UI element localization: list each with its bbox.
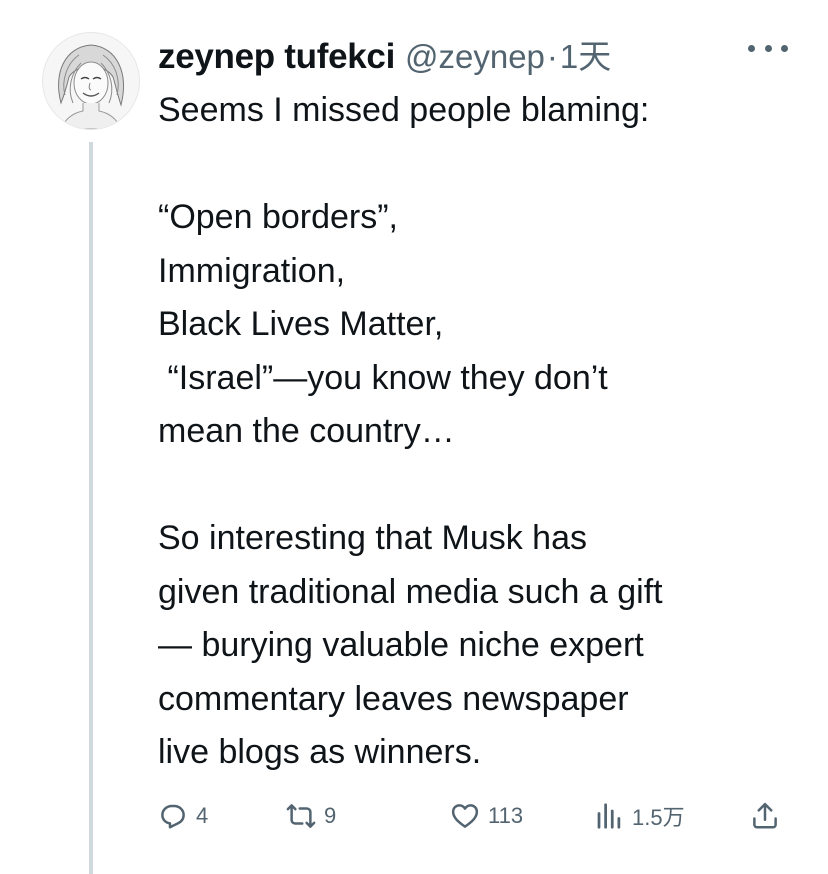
avatar[interactable] bbox=[42, 32, 140, 130]
tweet-text: Seems I missed people blaming: “Open bor… bbox=[158, 84, 808, 780]
tweet-time[interactable]: 1天 bbox=[560, 30, 611, 78]
reply-count: 4 bbox=[196, 803, 209, 828]
like-button[interactable]: 113 bbox=[450, 792, 523, 840]
views-count: 1.5万 bbox=[632, 805, 685, 830]
tweet-line: “Israel”—you know they don’t bbox=[158, 358, 608, 397]
share-upload-icon bbox=[753, 802, 777, 829]
reply-bubble-icon bbox=[161, 804, 185, 829]
analytics-bars-icon bbox=[597, 803, 621, 829]
tweet: zeynep tufekci @zeynep · 1天 Seems I miss… bbox=[0, 0, 828, 874]
views-button[interactable]: 1.5万 bbox=[594, 792, 685, 840]
share-button[interactable] bbox=[750, 792, 780, 840]
tweet-line: Black Lives Matter, bbox=[158, 305, 444, 343]
more-horizontal-icon[interactable] bbox=[748, 34, 788, 62]
tweet-line: Immigration, bbox=[158, 251, 346, 290]
tweet-line: given traditional media such a gift bbox=[158, 572, 663, 611]
action-bar: 4 9 113 1.5万 bbox=[158, 792, 798, 840]
tweet-line: commentary leaves newspaper bbox=[158, 679, 629, 718]
tweet-line: live blogs as winners. bbox=[158, 733, 482, 771]
tweet-header: zeynep tufekci @zeynep · 1天 bbox=[158, 30, 611, 76]
author-handle[interactable]: @zeynep bbox=[405, 38, 545, 76]
retweet-button[interactable]: 9 bbox=[286, 792, 336, 840]
more-dot bbox=[764, 44, 772, 52]
retweet-count: 9 bbox=[324, 803, 337, 828]
avatar-sketch-image bbox=[43, 33, 139, 129]
like-count: 113 bbox=[488, 803, 524, 828]
tweet-line: So interesting that Musk has bbox=[158, 519, 588, 557]
retweet-icon bbox=[286, 804, 316, 828]
tweet-line: “Open borders”, bbox=[158, 198, 398, 236]
tweet-line: Seems I missed people blaming: bbox=[158, 91, 650, 129]
tweet-line: mean the country… bbox=[158, 412, 455, 450]
author-name[interactable]: zeynep tufekci bbox=[158, 37, 395, 77]
heart-icon bbox=[451, 804, 479, 828]
thread-line bbox=[89, 142, 93, 874]
more-dot bbox=[748, 44, 755, 52]
separator-dot: · bbox=[546, 38, 558, 75]
reply-button[interactable]: 4 bbox=[158, 792, 208, 840]
more-dot bbox=[781, 44, 788, 52]
tweet-line: — burying valuable niche expert bbox=[158, 626, 644, 664]
